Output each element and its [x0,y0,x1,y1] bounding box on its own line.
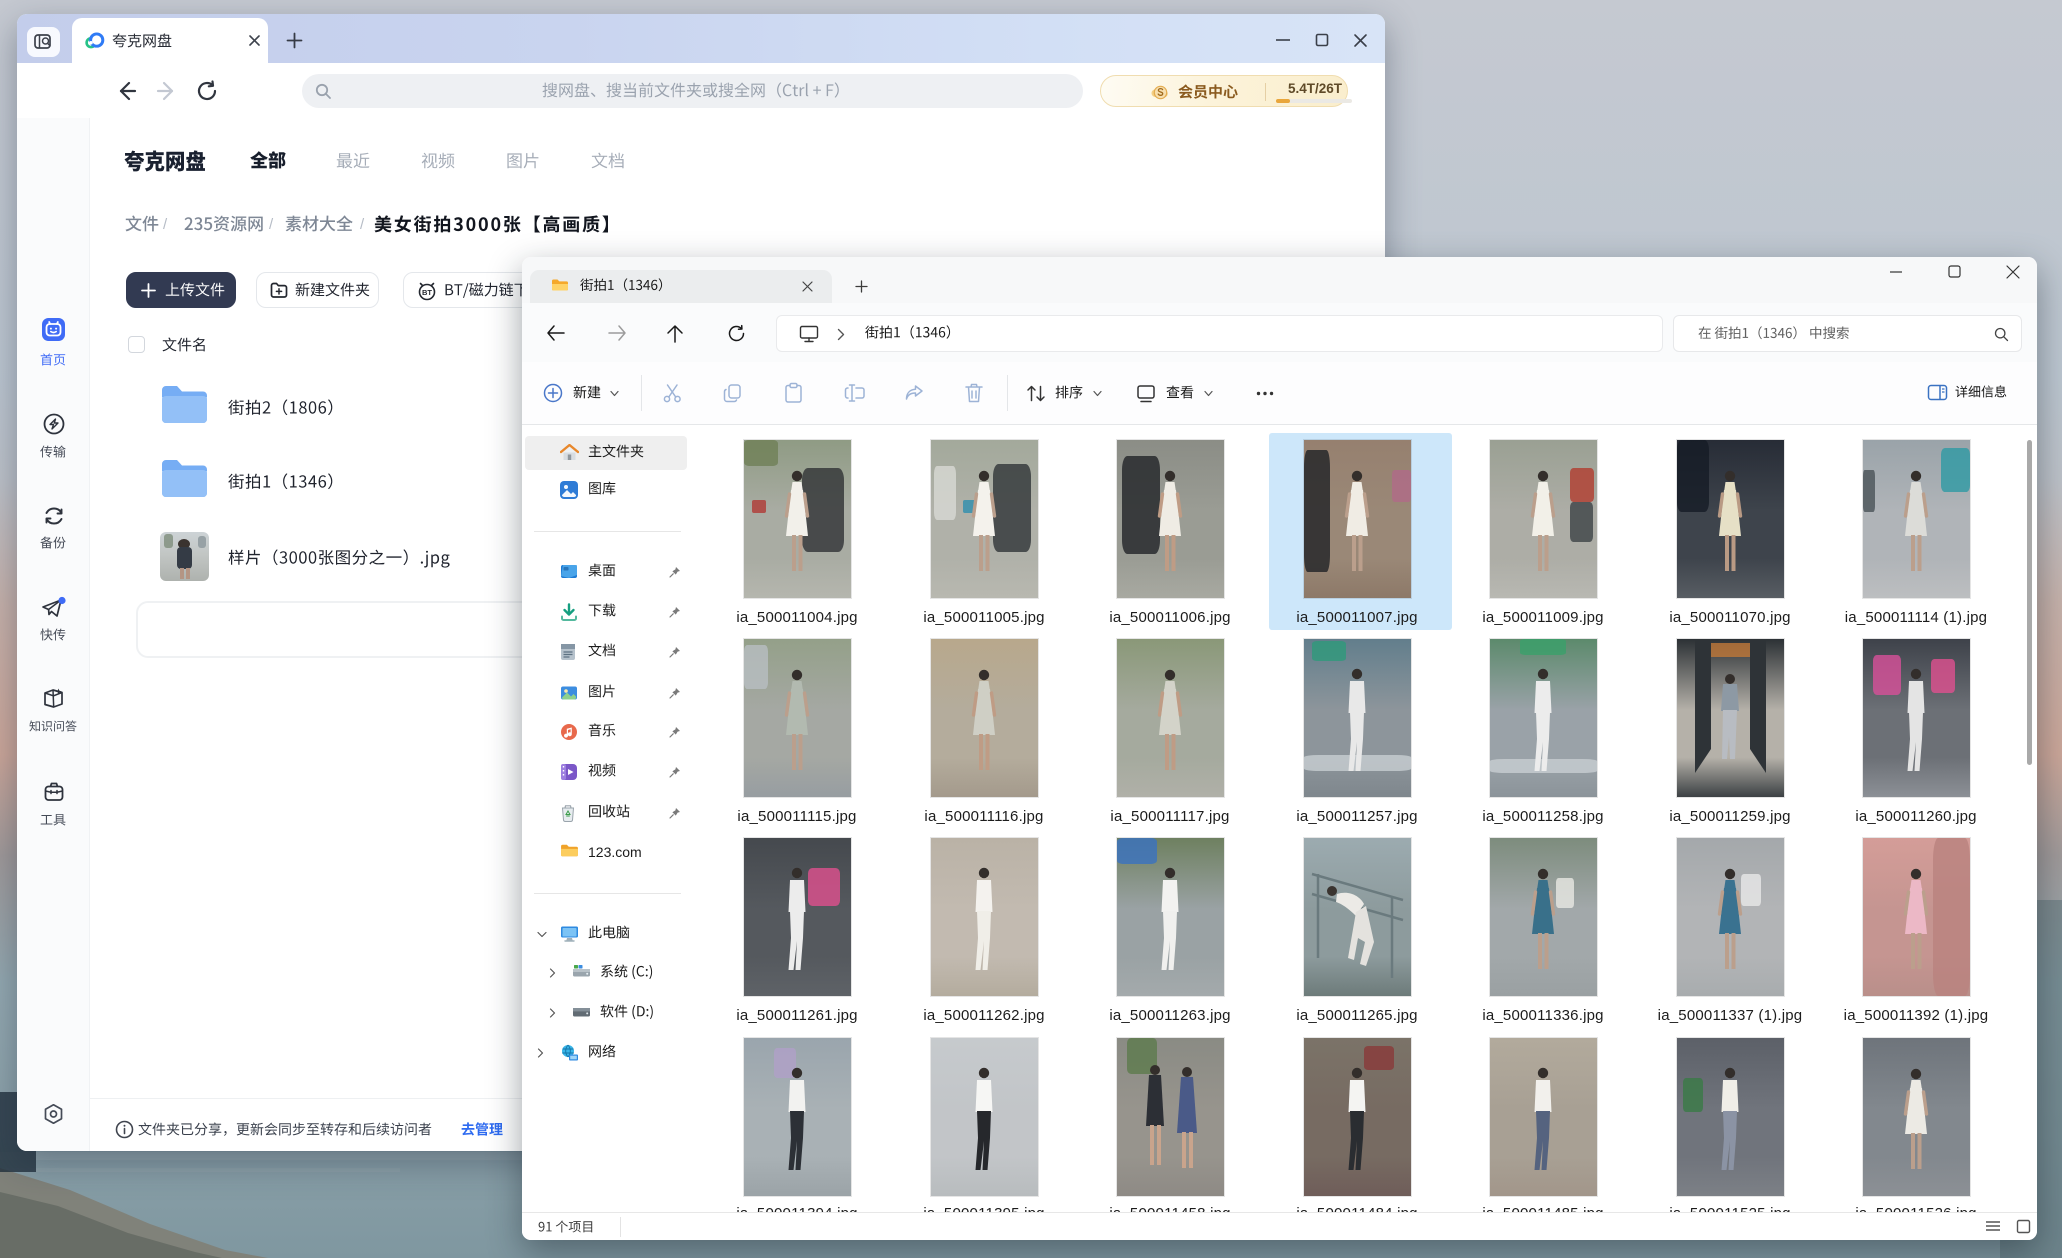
svg-text:BT: BT [422,288,432,297]
